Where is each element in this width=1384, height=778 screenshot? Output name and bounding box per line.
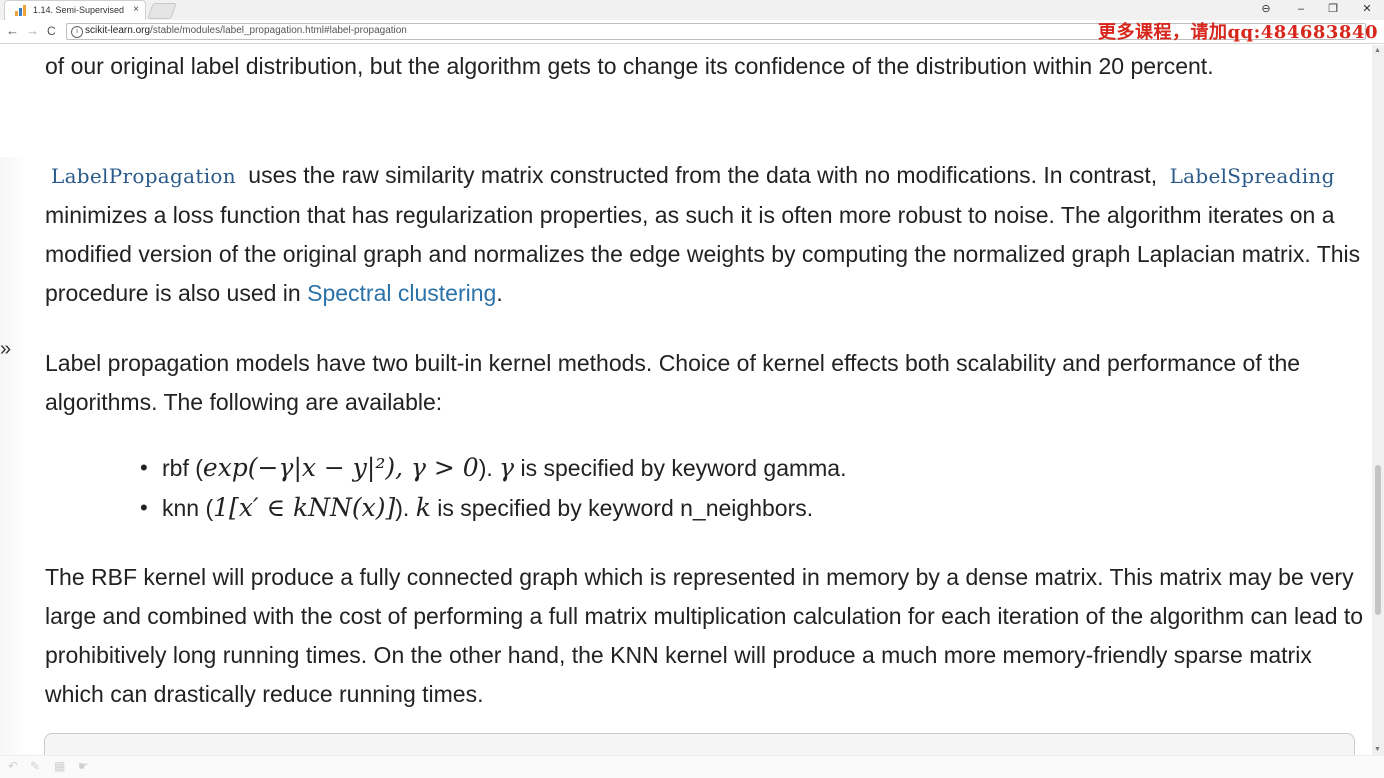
pen-icon: ✎ xyxy=(30,759,41,773)
paragraph-rbf-vs-knn: The RBF kernel will produce a fully conn… xyxy=(45,564,1364,707)
paren: ). xyxy=(395,495,416,521)
scikit-learn-favicon-icon xyxy=(15,5,28,16)
browser-tab[interactable]: 1.14. Semi-Supervised × xyxy=(4,0,146,20)
minimize-button[interactable]: – xyxy=(1291,0,1311,18)
reload-icon[interactable]: C xyxy=(47,23,56,39)
code-labelpropagation[interactable]: LabelPropagation xyxy=(45,164,242,188)
account-icon[interactable]: ⊖ xyxy=(1256,0,1276,18)
paragraph-label-spreading: LabelPropagation uses the raw similarity… xyxy=(45,156,1365,313)
knn-formula: 1[x′ ∈ kNN(x)] xyxy=(213,493,396,522)
kernel-list: rbf (exp(−γ|x − y|²), γ > 0). γ is speci… xyxy=(140,448,846,528)
undo-icon: ↶ xyxy=(8,759,19,773)
pointer-icon: ☛ xyxy=(78,759,89,773)
url-text: scikit-learn.org/stable/modules/label_pr… xyxy=(85,25,407,36)
tab-title: 1.14. Semi-Supervised xyxy=(33,5,125,15)
paragraph-text: minimizes a loss function that has regul… xyxy=(45,202,1361,306)
vertical-scrollbar[interactable]: ▲ ▼ xyxy=(1372,45,1384,755)
code-example-box xyxy=(44,733,1355,755)
paren: ( xyxy=(188,455,203,481)
bottom-toolbar: ↶ ✎ ▦ ☛ xyxy=(0,755,1384,778)
scroll-down-icon[interactable]: ▼ xyxy=(1374,746,1381,753)
paragraph-text: . xyxy=(496,280,503,306)
kernel-name: knn xyxy=(162,495,200,521)
paragraph-kernel-methods: Label propagation models have two built-… xyxy=(45,350,1301,415)
kernel-description: is specified by keyword n_neighbors. xyxy=(430,495,814,521)
paren: ). xyxy=(478,455,500,481)
list-item-knn: knn (1[x′ ∈ kNN(x)]). k is specified by … xyxy=(140,488,846,528)
maximize-button[interactable]: ❐ xyxy=(1323,0,1343,18)
scrollbar-thumb[interactable] xyxy=(1375,465,1381,615)
tab-close-icon[interactable]: × xyxy=(133,1,139,19)
paragraph-label-distribution: of our original label distribution, but … xyxy=(45,53,1214,79)
paren: ( xyxy=(199,495,214,521)
close-window-button[interactable]: ✕ xyxy=(1357,0,1377,18)
sidebar-toggle-icon[interactable]: » xyxy=(0,339,11,359)
site-info-icon[interactable]: i xyxy=(71,26,83,38)
rbf-formula: exp(−γ|x − y|²), γ > 0 xyxy=(202,453,479,482)
sidebar-edge xyxy=(0,157,26,755)
url-host: scikit-learn.org xyxy=(85,25,151,36)
tab-strip: 1.14. Semi-Supervised × ⊖ – ❐ ✕ xyxy=(0,0,1384,20)
forward-arrow-icon[interactable]: → xyxy=(26,23,39,39)
url-path: /stable/modules/label_propagation.html#l… xyxy=(150,25,407,36)
paragraph-text: uses the raw similarity matrix construct… xyxy=(241,162,1164,188)
list-item-rbf: rbf (exp(−γ|x − y|²), γ > 0). γ is speci… xyxy=(140,448,846,488)
new-tab-button[interactable] xyxy=(147,3,177,19)
gamma-symbol: γ xyxy=(499,453,515,482)
back-arrow-icon[interactable]: ← xyxy=(6,23,19,39)
kernel-description: is specified by keyword gamma. xyxy=(514,455,847,481)
documentation-content: » of our original label distribution, bu… xyxy=(0,45,1372,755)
keyboard-icon: ▦ xyxy=(54,759,66,773)
code-labelspreading[interactable]: LabelSpreading xyxy=(1164,164,1341,188)
k-symbol: k xyxy=(415,493,431,522)
spectral-clustering-link[interactable]: Spectral clustering xyxy=(307,280,496,306)
scroll-up-icon[interactable]: ▲ xyxy=(1374,47,1381,54)
watermark-text: 更多课程，请加qq:484683840 xyxy=(1097,22,1378,43)
kernel-name: rbf xyxy=(162,455,189,481)
